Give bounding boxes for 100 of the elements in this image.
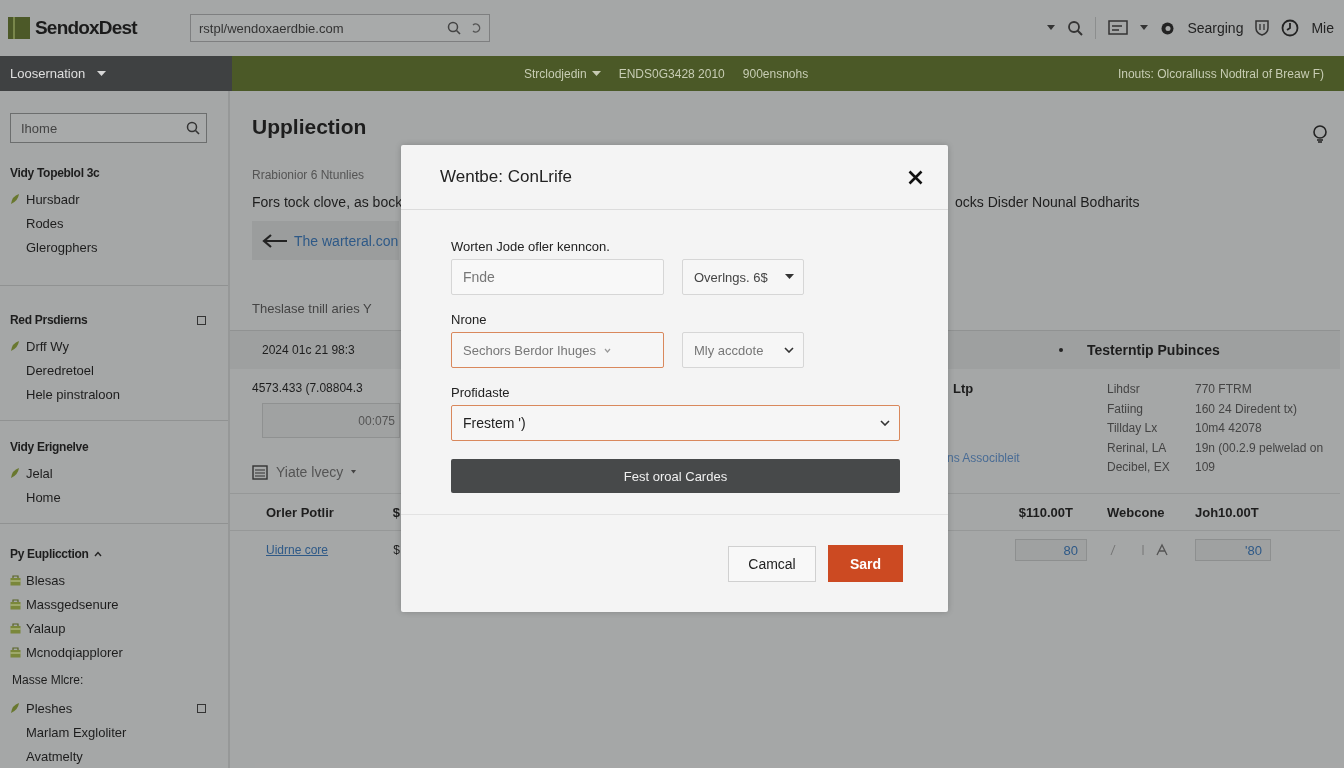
- search-icon[interactable]: [447, 21, 461, 35]
- select-field[interactable]: Mly accdote: [682, 332, 804, 368]
- select-field[interactable]: Overlngs. 6$: [682, 259, 804, 295]
- edit-tools-icon[interactable]: [1107, 543, 1169, 557]
- action-button[interactable]: Fest oroal Cardes: [451, 459, 900, 493]
- sidebar-item[interactable]: Home: [26, 489, 61, 505]
- search-icon[interactable]: [186, 121, 200, 135]
- status-label[interactable]: Searging: [1187, 20, 1244, 36]
- detail-value: 770 FTRM: [1195, 381, 1253, 398]
- dialog-title: Wentbe: ConLrife: [440, 167, 572, 187]
- sidebar-item[interactable]: Jelal: [26, 465, 53, 481]
- circle-icon[interactable]: [1160, 20, 1176, 36]
- column-header: Webcone: [1107, 504, 1166, 520]
- checkbox[interactable]: [197, 703, 206, 713]
- text-input[interactable]: Fnde: [451, 259, 664, 295]
- close-icon[interactable]: [908, 169, 923, 185]
- chevron-icon[interactable]: [94, 551, 103, 557]
- sidebar-item[interactable]: Yalaup: [26, 620, 66, 636]
- section-title[interactable]: Py Euplicction: [10, 547, 89, 561]
- detail-key: Decibel, EX: [1107, 459, 1195, 476]
- detail-key: Fatiing: [1107, 400, 1195, 417]
- sidebar-item[interactable]: Marlam Exgloliter: [26, 724, 127, 740]
- field-label: Nrone: [451, 312, 488, 327]
- nav-notice: Inouts: Olcoralluss Nodtral of Breaw F): [1117, 66, 1324, 81]
- card-icon[interactable]: [1108, 20, 1129, 36]
- cancel-button[interactable]: Camcal: [728, 545, 816, 582]
- sidebar-item[interactable]: Rodes: [26, 215, 64, 231]
- detail-value: 160 24 Diredent tx): [1195, 400, 1299, 417]
- bullet-icon: [1059, 348, 1063, 352]
- section-title[interactable]: Red Prsdierns: [10, 313, 88, 327]
- chevron-icon[interactable]: [784, 347, 794, 353]
- field-label: Worten Jode ofler kenncon.: [451, 239, 611, 254]
- intro-text: Fors tock clove, as bock: [252, 194, 400, 210]
- caret-icon[interactable]: [785, 274, 794, 280]
- leaf-icon: [10, 193, 20, 205]
- leaf-icon: [10, 467, 20, 479]
- bag-icon: [10, 574, 21, 586]
- detail-key: Lihdsr: [1107, 381, 1195, 398]
- time-box: 00:075: [262, 403, 400, 438]
- amount-text: 4573.433 (7.08804.3: [252, 381, 364, 395]
- sidebar-item[interactable]: Deredretoel: [26, 362, 94, 378]
- select-field[interactable]: Frestem '): [451, 405, 900, 441]
- clock-icon[interactable]: [1281, 19, 1300, 37]
- checkbox[interactable]: [197, 315, 206, 325]
- section-title[interactable]: Vidy Erignelve: [10, 440, 89, 454]
- detail-value: 10m4 42078: [1195, 420, 1263, 437]
- subtitle: Rrabionior 6 Ntunlies: [252, 168, 366, 182]
- intro-text: ocks Disder Nounal Bodharits: [955, 194, 1141, 210]
- leaf-icon: [10, 702, 20, 714]
- sidebar-item[interactable]: Hele pinstraloon: [26, 386, 120, 402]
- select-field[interactable]: Sechors Berdor Ihuges: [451, 332, 664, 368]
- nav-item[interactable]: 900ensnohs: [742, 66, 809, 81]
- nav-item[interactable]: ENDS0G3428 2010: [618, 66, 725, 81]
- nav-menu[interactable]: Loosernation: [0, 56, 232, 91]
- leaf-icon: [10, 340, 20, 352]
- column-header: Orler Potlir: [266, 504, 334, 520]
- address-field[interactable]: rstpl/wendoxaerdbie.com: [190, 14, 490, 42]
- chevron-icon[interactable]: [880, 420, 890, 426]
- column-header: $110.00T: [1018, 504, 1074, 520]
- summary-title: Testerntip Pubinces: [1087, 342, 1221, 358]
- sidebar-item[interactable]: Avatmelty: [26, 748, 83, 764]
- sidebar-item[interactable]: Pleshes: [26, 700, 73, 716]
- user-label[interactable]: Mie: [1311, 20, 1334, 36]
- shield-icon[interactable]: [1255, 20, 1270, 36]
- bulb-icon[interactable]: [1312, 125, 1328, 143]
- submit-button[interactable]: Sard: [828, 545, 903, 582]
- logo-icon: [8, 17, 30, 39]
- search-field[interactable]: Ihome: [10, 113, 207, 143]
- sidebar-item[interactable]: Hursbadr: [26, 191, 80, 207]
- sidebar-item[interactable]: Blesas: [26, 572, 66, 588]
- sidebar-item[interactable]: Glerogphers: [26, 239, 98, 255]
- bag-icon: [10, 646, 21, 658]
- column-header: $: [392, 504, 400, 520]
- caret-icon[interactable]: [97, 70, 107, 77]
- caption: Theslase tnill aries Y: [252, 301, 373, 316]
- sidebar-item[interactable]: Massgedsenure: [26, 596, 119, 612]
- column-header: Joh10.00T: [1195, 504, 1260, 520]
- bag-icon: [10, 598, 21, 610]
- list-icon[interactable]: [252, 464, 268, 480]
- table-cell: $: [393, 543, 400, 557]
- sidebar-item[interactable]: Drff Wy: [26, 338, 69, 354]
- reload-icon[interactable]: [471, 22, 481, 34]
- logo-text: SendoxDest: [35, 17, 137, 39]
- detail-value: 109: [1195, 459, 1217, 476]
- caret-icon[interactable]: [1140, 25, 1149, 31]
- summary-date: 2024 01c 21 98:3: [262, 343, 356, 357]
- field-label: Profidaste: [451, 385, 511, 400]
- detail-key: Tillday Lx: [1107, 420, 1195, 437]
- nav-item[interactable]: Strclodjedin: [524, 66, 601, 81]
- section-title[interactable]: Vidy Topeblol 3c: [10, 166, 100, 180]
- bag-icon: [10, 622, 21, 634]
- zoom-icon[interactable]: [1067, 20, 1084, 36]
- page-title: Uppliection: [252, 115, 368, 139]
- sidebar-item[interactable]: Mcnodqiapplorer: [26, 644, 123, 660]
- detail-key: Rerinal, LA: [1107, 439, 1195, 456]
- subheading: Masse Mlcre:: [11, 673, 84, 687]
- back-arrow-icon[interactable]: [262, 233, 288, 248]
- caret-icon[interactable]: [1047, 25, 1056, 31]
- detail-value: 19n (00.2.9 pelwelad on: [1195, 439, 1325, 456]
- badge-text: Ltp: [953, 381, 975, 396]
